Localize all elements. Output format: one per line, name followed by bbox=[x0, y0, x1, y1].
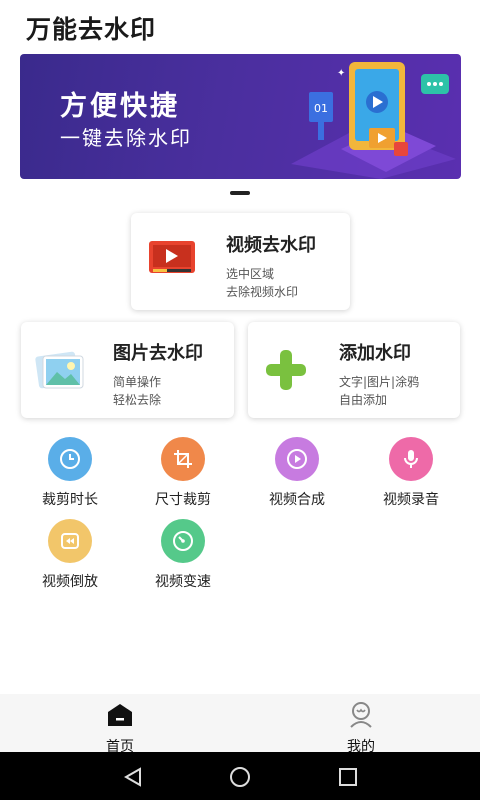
tool-label: 尺寸裁剪 bbox=[155, 492, 211, 508]
recent-apps-icon[interactable] bbox=[337, 766, 359, 788]
banner-title: 方便快捷 bbox=[60, 91, 180, 122]
nav-mine[interactable]: 我的 bbox=[301, 694, 421, 756]
card-title: 添加水印 bbox=[339, 343, 411, 364]
card-title: 图片去水印 bbox=[113, 343, 203, 364]
video-player-icon bbox=[149, 241, 195, 273]
promo-banner[interactable]: 方便快捷 一键去除水印 01 ✦ bbox=[20, 54, 461, 179]
photo-icon bbox=[35, 351, 84, 389]
card-desc-line2: 自由添加 bbox=[339, 393, 388, 407]
card-title: 视频去水印 bbox=[226, 235, 316, 256]
add-watermark-card[interactable]: 添加水印 文字|图片|涂鸦 自由添加 bbox=[248, 322, 460, 418]
nav-home[interactable]: 首页 bbox=[60, 694, 180, 756]
image-remove-watermark-card[interactable]: 图片去水印 简单操作 轻松去除 bbox=[21, 322, 234, 418]
tool-label: 视频合成 bbox=[269, 492, 325, 508]
system-nav-bar bbox=[0, 752, 480, 800]
banner-subtitle: 一键去除水印 bbox=[60, 126, 192, 150]
phone-illustration-icon: 01 ✦ bbox=[291, 62, 456, 179]
clock-icon bbox=[48, 437, 92, 481]
tool-video-reverse[interactable]: 视频倒放 bbox=[20, 519, 120, 591]
svg-text:✦: ✦ bbox=[337, 68, 345, 79]
play-circle-icon bbox=[275, 437, 319, 481]
tool-label: 裁剪时长 bbox=[42, 492, 98, 508]
card-desc-line1: 文字|图片|涂鸦 bbox=[339, 375, 420, 389]
app-title: 万能去水印 bbox=[26, 15, 157, 44]
tool-video-record-audio[interactable]: 视频录音 bbox=[361, 437, 461, 509]
card-desc-line1: 选中区域 bbox=[226, 267, 275, 281]
banner-screen-number: 01 bbox=[314, 102, 328, 115]
card-desc-line2: 去除视频水印 bbox=[226, 285, 299, 299]
crop-icon bbox=[161, 437, 205, 481]
back-icon[interactable] bbox=[122, 766, 144, 788]
tool-label: 视频录音 bbox=[383, 492, 439, 508]
tool-label: 视频变速 bbox=[155, 574, 211, 590]
bottom-nav: 首页 我的 bbox=[0, 694, 480, 755]
home-icon bbox=[108, 704, 132, 726]
tool-video-speed[interactable]: 视频变速 bbox=[133, 519, 233, 591]
user-icon bbox=[350, 702, 372, 728]
microphone-icon bbox=[389, 437, 433, 481]
home-circle-icon[interactable] bbox=[229, 766, 251, 788]
tool-size-crop[interactable]: 尺寸裁剪 bbox=[133, 437, 233, 509]
tool-video-merge[interactable]: 视频合成 bbox=[247, 437, 347, 509]
tool-label: 视频倒放 bbox=[42, 574, 98, 590]
plus-icon bbox=[266, 350, 306, 390]
banner-page-indicator bbox=[230, 191, 250, 195]
card-desc-line2: 轻松去除 bbox=[113, 393, 162, 407]
rewind-icon bbox=[48, 519, 92, 563]
tool-trim-duration[interactable]: 裁剪时长 bbox=[20, 437, 120, 509]
speed-icon bbox=[161, 519, 205, 563]
video-remove-watermark-card[interactable]: 视频去水印 选中区域 去除视频水印 bbox=[131, 213, 350, 310]
card-desc-line1: 简单操作 bbox=[113, 375, 162, 389]
